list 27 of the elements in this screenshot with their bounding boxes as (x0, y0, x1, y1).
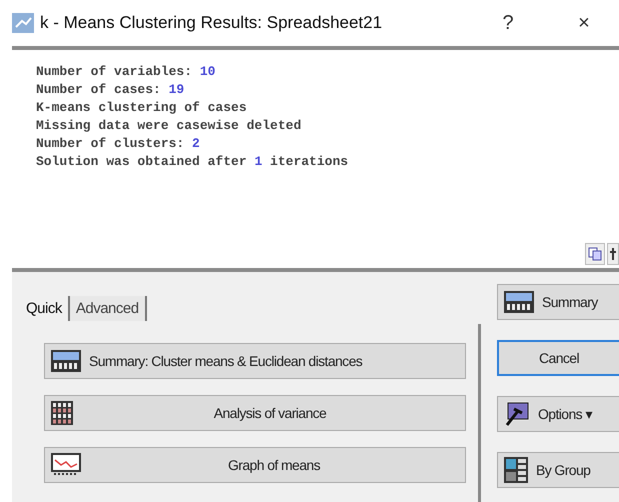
action-button[interactable]: Summary: Cluster means & Euclidean distances (44, 343, 466, 379)
tab[interactable]: Advanced (70, 296, 147, 321)
output-line: Number of variables: 10 (36, 64, 216, 79)
output-line: Number of cases: 19 (36, 82, 186, 97)
app-icon (12, 13, 34, 33)
copy-icon (588, 247, 602, 261)
side-button[interactable]: Options ▾ (497, 396, 619, 432)
close-button[interactable]: × (549, 3, 619, 43)
side-button[interactable]: Summary (497, 284, 619, 320)
table-icon (51, 350, 81, 372)
output-line: K-means clustering of cases (36, 100, 248, 115)
window-title: k - Means Clustering Results: Spreadsheet21 (40, 13, 384, 33)
action-button[interactable]: Analysis of variance (44, 395, 466, 431)
action-button[interactable]: Graph of means (44, 447, 466, 483)
side-button[interactable]: Cancel (497, 340, 619, 376)
output-line: Missing data were casewise deleted (36, 118, 302, 133)
help-button[interactable]: ? (473, 3, 543, 43)
grid-icon (51, 401, 73, 425)
hammer-icon (504, 401, 530, 427)
line-graph-icon (51, 453, 81, 477)
table-icon (504, 291, 534, 313)
output-line: Number of clusters: 2 (36, 136, 201, 151)
grouped-table-icon (504, 457, 528, 483)
side-button[interactable]: By Group (497, 452, 619, 488)
toolbar-button[interactable] (607, 243, 619, 265)
output-line: Solution was obtained after 1 iterations (36, 154, 350, 169)
copy-button[interactable] (585, 243, 605, 265)
